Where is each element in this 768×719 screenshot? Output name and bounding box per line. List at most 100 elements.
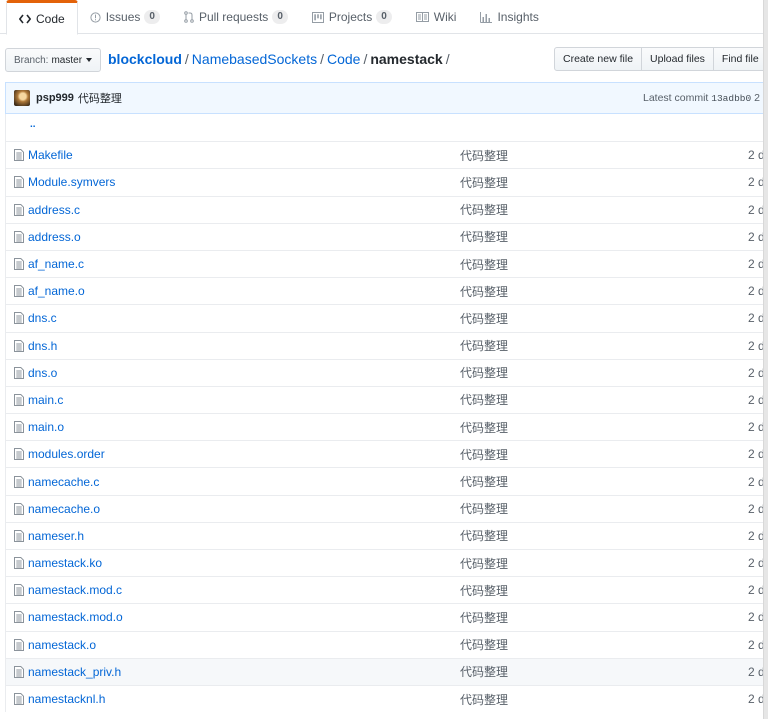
scrollbar-thumb[interactable] [764,0,768,719]
file-commit-message-link[interactable]: 代码整理 [460,555,508,572]
file-name-link[interactable]: dns.o [28,366,57,380]
tab-counter-badge: 0 [272,10,288,24]
file-row[interactable]: namestack.ko 代码整理 2 d [6,549,768,576]
file-commit-message-link[interactable]: 代码整理 [460,446,508,463]
file-commit-message-link[interactable]: 代码整理 [460,391,508,408]
file-name-link[interactable]: address.o [28,230,81,244]
file-name-link[interactable]: address.c [28,203,80,217]
latest-commit-info: Latest commit 13adbb0 2 d [643,83,768,114]
file-name-link[interactable]: namestack_priv.h [28,665,121,679]
file-commit-message-link[interactable]: 代码整理 [460,310,508,327]
avatar[interactable] [14,90,30,106]
file-name-link[interactable]: namestack.mod.o [28,610,123,624]
file-row[interactable]: modules.order 代码整理 2 d [6,440,768,467]
file-commit-message-link[interactable]: 代码整理 [460,636,508,653]
file-row[interactable]: namestack.mod.o 代码整理 2 d [6,603,768,630]
tab-wiki[interactable]: Wiki [404,0,469,34]
file-name-link[interactable]: nameser.h [28,529,84,543]
file-name-link[interactable]: main.c [28,393,63,407]
file-name-link[interactable]: af_name.c [28,257,84,271]
file-commit-message-link[interactable]: 代码整理 [460,147,508,164]
file-name-link[interactable]: namestack.ko [28,556,102,570]
file-icon [14,665,24,678]
file-commit-message-link[interactable]: 代码整理 [460,201,508,218]
file-commit-message-link[interactable]: 代码整理 [460,609,508,626]
file-commit-message-link[interactable]: 代码整理 [460,500,508,517]
file-name-link[interactable]: dns.c [28,311,57,325]
file-row[interactable]: namecache.o 代码整理 2 d [6,494,768,522]
file-commit-message-link[interactable]: 代码整理 [460,364,508,381]
file-commit-message-link[interactable]: 代码整理 [460,283,508,300]
tab-insights[interactable]: Insights [468,0,550,34]
file-icon [14,339,24,352]
file-icon [14,421,24,434]
tab-label: Code [36,11,65,26]
file-name-link[interactable]: Module.symvers [28,175,115,189]
find-file-button[interactable]: Find file [712,47,768,71]
commit-author-link[interactable]: psp999 [36,92,74,104]
file-row[interactable]: main.c 代码整理 2 d [6,385,768,413]
file-commit-message-link[interactable]: 代码整理 [460,419,508,436]
file-commit-message-link[interactable]: 代码整理 [460,228,508,245]
file-row[interactable]: nameser.h 代码整理 2 d [6,521,768,549]
file-row[interactable]: main.o 代码整理 2 d [6,413,768,440]
file-row[interactable]: Module.symvers 代码整理 2 d [6,168,768,195]
breadcrumb-separator: / [445,51,450,67]
file-commit-message-link[interactable]: 代码整理 [460,663,508,680]
file-icon [14,475,24,488]
file-name-link[interactable]: namestack.o [28,638,96,652]
parent-directory-row[interactable]: .. [6,114,768,141]
page-scrollbar[interactable] [763,0,768,719]
file-row[interactable]: dns.h 代码整理 2 d [6,331,768,359]
file-row[interactable]: address.c 代码整理 2 d [6,195,768,223]
file-commit-message-link[interactable]: 代码整理 [460,582,508,599]
tab-code[interactable]: Code [6,0,78,35]
file-row[interactable]: namestacknl.h 代码整理 2 d [6,684,768,712]
tab-pull-requests[interactable]: Pull requests 0 [172,0,300,34]
file-name-link[interactable]: dns.h [28,339,57,353]
tab-projects[interactable]: Projects 0 [300,0,404,34]
upload-files-button[interactable]: Upload files [641,47,714,71]
file-name-link[interactable]: Makefile [28,148,73,162]
file-row[interactable]: address.o 代码整理 2 d [6,222,768,250]
file-commit-message-link[interactable]: 代码整理 [460,337,508,354]
breadcrumb-separator: / [184,51,189,67]
file-commit-message-link[interactable]: 代码整理 [460,174,508,191]
file-name-link[interactable]: modules.order [28,447,105,461]
file-name-link[interactable]: namestack.mod.c [28,583,122,597]
branch-select-button[interactable]: Branch: master [5,48,102,72]
file-commit-message-link[interactable]: 代码整理 [460,473,508,490]
file-name-link[interactable]: namecache.c [28,475,99,489]
breadcrumb-owner-link[interactable]: blockcloud [108,51,182,67]
file-listing: psp999 代码整理 Latest commit 13adbb0 2 d ..… [5,82,768,713]
file-row[interactable]: dns.c 代码整理 2 d [6,304,768,331]
file-row[interactable]: af_name.o 代码整理 2 d [6,277,768,304]
tab-label: Projects [328,10,373,24]
file-name-link[interactable]: namecache.o [28,502,100,516]
file-row[interactable]: namestack.mod.c 代码整理 2 d [6,576,768,603]
file-row[interactable]: af_name.c 代码整理 2 d [6,249,768,277]
file-icon [14,230,24,243]
file-row[interactable]: namecache.c 代码整理 2 d [6,467,768,494]
breadcrumb-code-link[interactable]: Code [327,51,360,67]
commit-sha-link[interactable]: 13adbb0 [711,93,751,104]
file-icon [14,176,24,189]
breadcrumb-repo-link[interactable]: NamebasedSockets [192,51,317,67]
repo-nav-tabs: Code Issues 0 Pull requests 0 Projects 0 Wiki In… [0,0,768,35]
file-row[interactable]: namestack.o 代码整理 2 d [6,630,768,658]
file-commit-message-link[interactable]: 代码整理 [460,256,508,273]
file-commit-message-link[interactable]: 代码整理 [460,527,508,544]
project-icon [311,11,324,23]
tab-issues[interactable]: Issues 0 [78,0,172,34]
parent-directory-link[interactable]: .. [30,119,36,130]
file-name-link[interactable]: namestacknl.h [28,692,105,706]
file-name-link[interactable]: main.o [28,420,64,434]
commit-message-link[interactable]: 代码整理 [78,90,122,106]
create-new-file-button[interactable]: Create new file [554,47,643,71]
file-row[interactable]: dns.o 代码整理 2 d [6,358,768,386]
file-row[interactable]: namestack_priv.h 代码整理 2 d [6,657,768,685]
file-commit-message-link[interactable]: 代码整理 [460,691,508,708]
latest-commit-bar: psp999 代码整理 Latest commit 13adbb0 2 d [6,83,768,114]
file-row[interactable]: Makefile 代码整理 2 d [6,141,768,168]
file-name-link[interactable]: af_name.o [28,284,85,298]
